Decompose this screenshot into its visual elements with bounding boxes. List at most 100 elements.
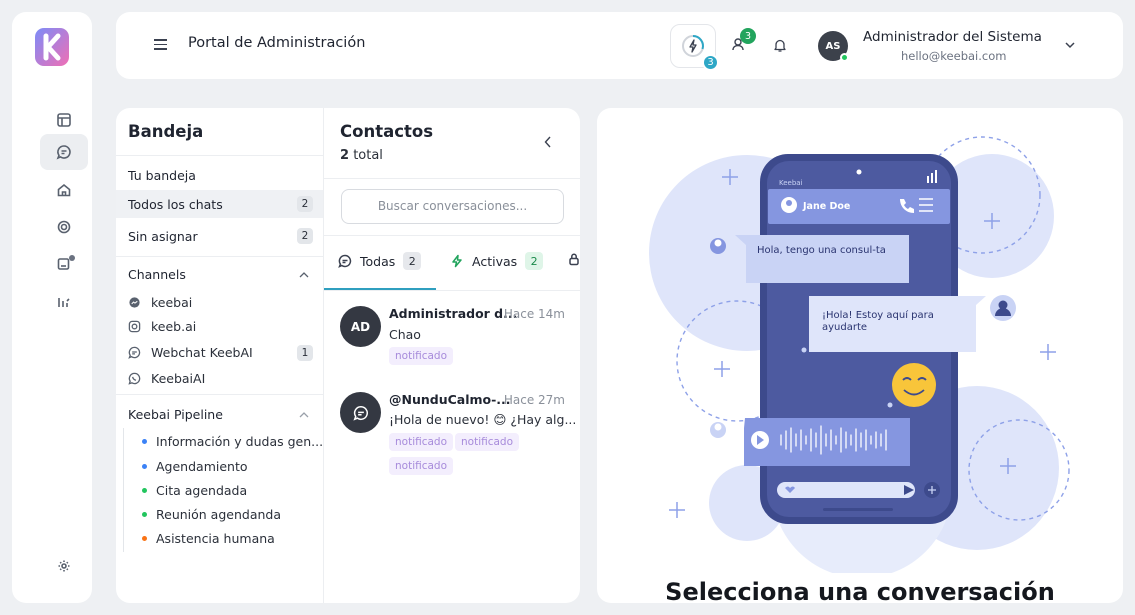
chevron-left-icon[interactable] <box>544 136 552 148</box>
empty-state-illustration: Keebai Jane Doe Hola, tengo una consul-t… <box>649 136 1070 573</box>
pipeline-stage[interactable]: Cita agendada <box>142 483 247 498</box>
channel-item-webchat[interactable]: Webchat KeebAI 1 <box>128 345 313 361</box>
webchat-icon <box>352 405 368 421</box>
inbox-item-label: Sin asignar <box>128 228 198 244</box>
credits-button[interactable]: 3 <box>670 24 719 71</box>
tab-all[interactable]: Todas 2 <box>338 252 422 270</box>
analytics-nav-button[interactable] <box>40 284 88 320</box>
channel-label: keeb.ai <box>151 319 197 334</box>
tab-label: Todas <box>360 253 396 269</box>
tab-active[interactable]: Activas 2 <box>450 252 544 270</box>
instagram-icon <box>128 320 141 333</box>
channel-label: KeebaiAI <box>151 371 206 386</box>
stage-dot <box>142 439 147 444</box>
stage-dot <box>142 488 147 493</box>
tab-label: Activas <box>472 253 518 269</box>
pipeline-stage[interactable]: Asistencia humana <box>142 531 275 546</box>
pipeline-stage[interactable]: Reunión agendanda <box>142 507 281 522</box>
channel-item-whatsapp[interactable]: KeebaiAI <box>128 371 205 386</box>
count-badge: 2 <box>297 228 313 244</box>
channel-label: Webchat KeebAI <box>151 345 253 360</box>
stage-label: Información y dudas gen... <box>156 434 324 449</box>
tab-count: 2 <box>403 252 422 270</box>
user-avatar[interactable]: AS <box>818 31 849 62</box>
contact-name: Administrador d... <box>389 306 518 321</box>
inbox-item-mine[interactable]: Tu bandeja <box>116 161 323 189</box>
settings-icon <box>58 560 70 572</box>
channel-label: keebai <box>151 295 193 310</box>
whatsapp-icon <box>128 372 141 385</box>
home-icon <box>57 183 71 197</box>
total-count: 2 <box>340 148 350 163</box>
channel-item-instagram[interactable]: keeb.ai <box>128 319 196 334</box>
menu-icon[interactable] <box>154 39 167 50</box>
dashboard-nav-button[interactable] <box>40 102 88 138</box>
left-rail <box>12 12 92 603</box>
chevron-up-icon[interactable] <box>299 271 309 279</box>
total-label: total <box>353 148 383 163</box>
status-tag: notificado <box>455 433 520 451</box>
message-preview: Chao <box>389 327 421 342</box>
divider <box>324 290 580 291</box>
stage-dot <box>142 536 147 541</box>
chevron-down-icon[interactable] <box>1064 40 1076 50</box>
pipeline-stage[interactable]: Información y dudas gen... <box>142 434 323 449</box>
table-icon <box>57 113 71 127</box>
inbox-item-all-chats[interactable]: Todos los chats 2 <box>116 190 323 218</box>
bell-icon[interactable] <box>772 37 788 53</box>
chat-icon <box>338 254 352 268</box>
ai-nav-button[interactable] <box>40 209 88 245</box>
top-header: Portal de Administración 3 3 AS Administ… <box>116 12 1123 79</box>
inbox-item-label: Tu bandeja <box>128 167 196 183</box>
contact-name: @NunduCalmo-... <box>389 392 511 407</box>
user-email: hello@keebai.com <box>901 49 1007 63</box>
pipeline-heading[interactable]: Keebai Pipeline <box>128 407 223 422</box>
notification-dot <box>69 255 75 261</box>
pipeline-line <box>123 428 124 552</box>
message-preview: ¡Hola de nuevo! 😊 ¿Hay alg... <box>389 412 577 427</box>
inbox-panel: Bandeja Tu bandeja Todos los chats 2 Sin… <box>116 108 323 603</box>
user-initials: AS <box>825 40 841 52</box>
channels-heading[interactable]: Channels <box>128 267 186 282</box>
empty-state-title: Selecciona una conversación <box>665 578 1055 603</box>
bubble-outgoing-text: ¡Hola! Estoy aquí para ayudarte <box>822 310 934 333</box>
conversation-item[interactable]: AD Administrador d... Hace 14m Chao noti… <box>324 304 580 384</box>
messenger-icon <box>129 297 140 308</box>
pipeline-stage[interactable]: Agendamiento <box>142 459 248 474</box>
stage-label: Agendamiento <box>156 459 248 474</box>
message-time: Hace 27m <box>503 393 565 407</box>
online-status-dot <box>840 53 849 62</box>
inbox-item-label: Todos los chats <box>128 196 223 212</box>
keebai-logo[interactable] <box>34 26 70 68</box>
contact-avatar: AD <box>340 306 381 347</box>
conversation-item[interactable]: @NunduCalmo-... Hace 27m ¡Hola de nuevo!… <box>324 390 580 490</box>
devices-nav-button[interactable] <box>40 246 88 282</box>
count-badge: 1 <box>297 345 313 361</box>
analytics-icon <box>58 298 70 307</box>
divider <box>324 178 580 179</box>
inbox-item-unassigned[interactable]: Sin asignar 2 <box>116 222 323 250</box>
channel-item-messenger[interactable]: keebai <box>128 295 192 310</box>
divider <box>116 155 323 156</box>
page-title: Portal de Administración <box>188 35 366 51</box>
search-input[interactable]: Buscar conversaciones... <box>341 189 564 224</box>
status-tag: notificado <box>389 347 454 365</box>
tab-locked[interactable] <box>567 252 580 266</box>
settings-nav-button[interactable] <box>40 548 88 584</box>
bubble-incoming-text: Hola, tengo una consul-ta <box>757 245 886 256</box>
status-tag: notificado <box>389 433 454 451</box>
chats-nav-button[interactable] <box>40 134 88 170</box>
contacts-total: 2 total <box>340 148 383 163</box>
phone-contact-name: Jane Doe <box>802 201 850 212</box>
home-nav-button[interactable] <box>40 172 88 208</box>
chevron-up-icon[interactable] <box>299 411 309 419</box>
users-badge: 3 <box>740 28 756 44</box>
tab-count: 2 <box>525 252 544 270</box>
message-time: Hace 14m <box>503 307 565 321</box>
lock-icon <box>569 253 579 266</box>
credits-badge: 3 <box>702 54 719 71</box>
stage-label: Reunión agendanda <box>156 507 281 522</box>
stage-label: Asistencia humana <box>156 531 275 546</box>
stage-dot <box>142 464 147 469</box>
user-name[interactable]: Administrador del Sistema <box>863 29 1042 45</box>
